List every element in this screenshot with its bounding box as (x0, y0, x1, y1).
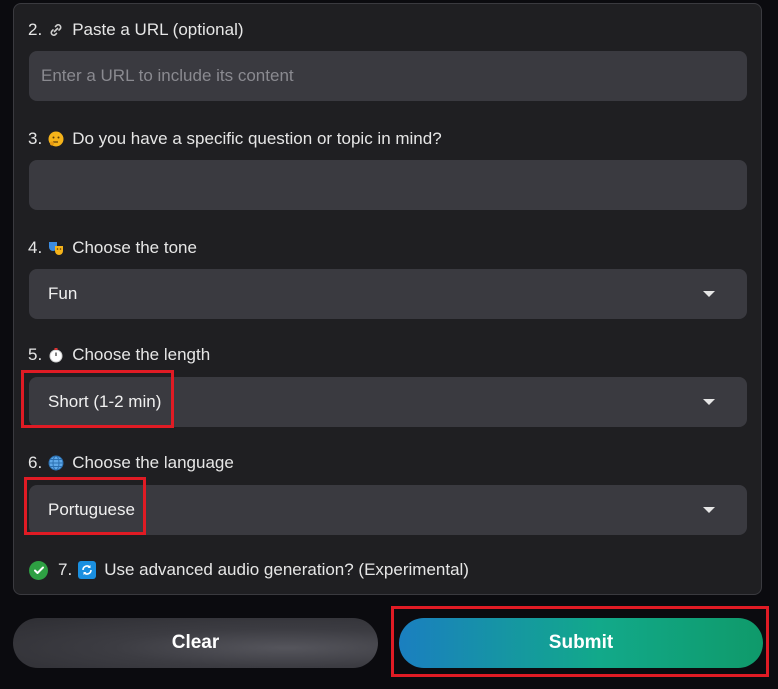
stopwatch-icon (49, 348, 63, 363)
question-label: 3. Do you have a specific question or to… (28, 128, 442, 150)
url-number: 2. (28, 20, 43, 39)
advanced-audio-number: 7. (58, 560, 73, 579)
question-input-box[interactable] (29, 160, 747, 210)
submit-button[interactable]: Submit (399, 618, 763, 668)
language-selected-value: Portuguese (48, 500, 135, 519)
length-label: 5. Choose the length (28, 344, 210, 366)
arrows-cycle-icon (78, 561, 97, 579)
globe-icon (48, 455, 64, 471)
question-input[interactable] (29, 160, 747, 210)
language-select[interactable]: Portuguese (29, 485, 747, 535)
length-number: 5. (28, 345, 43, 364)
url-label: 2. Paste a URL (optional) (28, 19, 244, 41)
url-label-text: Paste a URL (optional) (72, 20, 244, 39)
url-input[interactable] (29, 51, 747, 101)
length-selected-value: Short (1-2 min) (48, 392, 162, 411)
chevron-down-icon[interactable] (703, 399, 715, 405)
thinking-face-icon (48, 131, 64, 147)
tone-label-text: Choose the tone (72, 238, 197, 257)
advanced-audio-row[interactable]: 7. Use advanced audio generation? (Exper… (29, 560, 469, 580)
chevron-down-icon[interactable] (703, 291, 715, 297)
language-label: 6. Choose the language (28, 452, 234, 474)
tone-selected-value: Fun (48, 284, 78, 303)
chevron-down-icon[interactable] (703, 507, 715, 513)
link-icon (50, 24, 62, 36)
length-label-text: Choose the length (72, 345, 211, 364)
tone-select[interactable]: Fun (29, 269, 747, 319)
submit-button-label: Submit (548, 632, 614, 653)
language-number: 6. (28, 453, 43, 472)
question-number: 3. (28, 129, 43, 148)
advanced-audio-label: Use advanced audio generation? (Experime… (104, 560, 469, 579)
length-select[interactable]: Short (1-2 min) (29, 377, 747, 427)
clear-button-label: Clear (171, 632, 220, 653)
language-label-text: Choose the language (72, 453, 234, 472)
url-input-box[interactable] (29, 51, 747, 101)
tone-label: 4. Choose the tone (28, 237, 197, 259)
clear-button[interactable]: Clear (13, 618, 378, 668)
advanced-audio-checkbox[interactable] (29, 560, 48, 580)
check-icon (33, 566, 44, 574)
tone-number: 4. (28, 238, 43, 257)
theater-masks-icon (49, 242, 64, 255)
question-label-text: Do you have a specific question or topic… (72, 129, 442, 148)
